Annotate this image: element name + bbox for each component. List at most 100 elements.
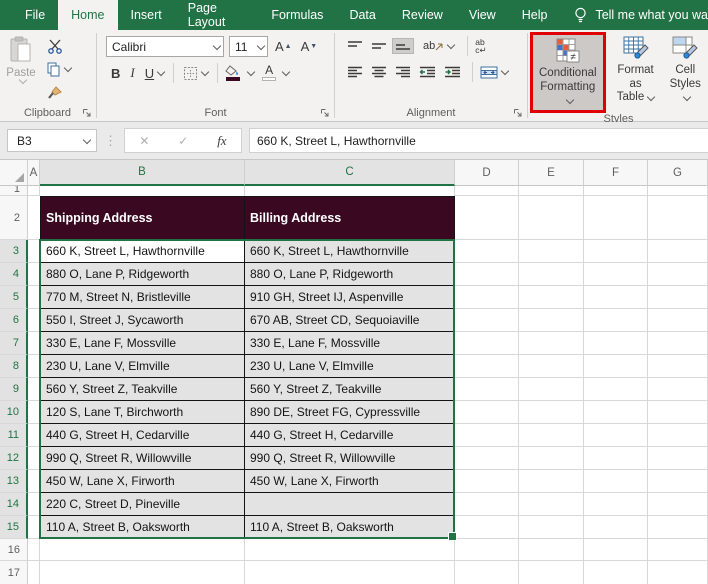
cell-D9[interactable] (455, 378, 519, 401)
cell-A6[interactable] (28, 309, 40, 332)
shrink-font-button[interactable]: A ▼ (299, 39, 320, 54)
cell-B2[interactable]: Shipping Address (40, 196, 245, 240)
formula-input[interactable]: 660 K, Street L, Hawthornville (249, 128, 708, 153)
cell-E13[interactable] (519, 470, 584, 493)
align-right-button[interactable] (392, 64, 414, 80)
cell-E16[interactable] (519, 539, 584, 561)
cell-A7[interactable] (28, 332, 40, 355)
row-header-5[interactable]: 5 (0, 286, 28, 309)
cell-B16[interactable] (40, 539, 245, 561)
merge-center-button[interactable] (477, 64, 511, 81)
cell-F4[interactable] (584, 263, 648, 286)
cell-styles-button[interactable]: Cell Styles (663, 32, 708, 105)
cell-E11[interactable] (519, 424, 584, 447)
cell-F7[interactable] (584, 332, 648, 355)
cell-C13[interactable]: 450 W, Lane X, Firworth (245, 470, 455, 493)
cell-B8[interactable]: 230 U, Lane V, Elmville (40, 355, 245, 378)
cell-G17[interactable] (648, 561, 708, 584)
select-all-corner[interactable] (0, 160, 28, 186)
align-center-button[interactable] (368, 64, 390, 80)
cell-G7[interactable] (648, 332, 708, 355)
row-header-12[interactable]: 12 (0, 447, 28, 470)
cell-A3[interactable] (28, 240, 40, 263)
row-header-6[interactable]: 6 (0, 309, 28, 332)
font-color-button[interactable]: A (260, 64, 278, 81)
row-header-9[interactable]: 9 (0, 378, 28, 401)
cell-C14[interactable] (245, 493, 455, 516)
cell-D11[interactable] (455, 424, 519, 447)
cell-F14[interactable] (584, 493, 648, 516)
cell-G9[interactable] (648, 378, 708, 401)
cell-G8[interactable] (648, 355, 708, 378)
cell-A17[interactable] (28, 561, 40, 584)
cell-D17[interactable] (455, 561, 519, 584)
increase-indent-button[interactable] (441, 64, 464, 80)
format-as-table-button[interactable]: Format as Table (609, 32, 663, 105)
align-middle-button[interactable] (368, 38, 390, 54)
col-header-A[interactable]: A (28, 160, 40, 186)
insert-function-button[interactable]: fx (217, 133, 226, 149)
cell-A8[interactable] (28, 355, 40, 378)
cell-D14[interactable] (455, 493, 519, 516)
cell-C17[interactable] (245, 561, 455, 584)
font-dialog-launcher[interactable] (320, 108, 330, 118)
cell-D15[interactable] (455, 516, 519, 539)
cell-D1[interactable] (455, 186, 519, 196)
cell-E9[interactable] (519, 378, 584, 401)
cell-G16[interactable] (648, 539, 708, 561)
cell-G3[interactable] (648, 240, 708, 263)
cell-B7[interactable]: 330 E, Lane F, Mossville (40, 332, 245, 355)
row-header-1[interactable]: 1 (0, 186, 28, 196)
cell-G15[interactable] (648, 516, 708, 539)
cell-E12[interactable] (519, 447, 584, 470)
cell-E6[interactable] (519, 309, 584, 332)
enter-button[interactable]: ✓ (178, 134, 188, 148)
cell-E3[interactable] (519, 240, 584, 263)
cell-G10[interactable] (648, 401, 708, 424)
tab-formulas[interactable]: Formulas (258, 0, 336, 30)
borders-button[interactable] (178, 65, 213, 82)
cell-B15[interactable]: 110 A, Street B, Oaksworth (40, 516, 245, 539)
cell-E5[interactable] (519, 286, 584, 309)
cell-D16[interactable] (455, 539, 519, 561)
paste-button[interactable]: Paste (0, 30, 42, 104)
cell-E7[interactable] (519, 332, 584, 355)
cell-F3[interactable] (584, 240, 648, 263)
cell-E14[interactable] (519, 493, 584, 516)
col-header-B[interactable]: B (40, 160, 245, 186)
align-top-button[interactable] (344, 38, 366, 54)
tab-help[interactable]: Help (509, 0, 561, 30)
tab-view[interactable]: View (456, 0, 509, 30)
fill-color-button[interactable] (223, 65, 243, 81)
cell-C10[interactable]: 890 DE, Street FG, Cypressville (245, 401, 455, 424)
cell-E4[interactable] (519, 263, 584, 286)
row-header-7[interactable]: 7 (0, 332, 28, 355)
cell-F2[interactable] (584, 196, 648, 240)
cell-B1[interactable] (40, 186, 245, 196)
cell-B14[interactable]: 220 C, Street D, Pineville (40, 493, 245, 516)
tab-insert[interactable]: Insert (118, 0, 175, 30)
row-header-16[interactable]: 16 (0, 539, 28, 561)
cell-C11[interactable]: 440 G, Street H, Cedarville (245, 424, 455, 447)
tab-review[interactable]: Review (389, 0, 456, 30)
cell-D7[interactable] (455, 332, 519, 355)
tab-home[interactable]: Home (58, 0, 118, 30)
cell-C15[interactable]: 110 A, Street B, Oaksworth (245, 516, 455, 539)
cell-B13[interactable]: 450 W, Lane X, Firworth (40, 470, 245, 493)
cell-G11[interactable] (648, 424, 708, 447)
row-header-2[interactable]: 2 (0, 196, 28, 240)
cell-F10[interactable] (584, 401, 648, 424)
row-header-4[interactable]: 4 (0, 263, 28, 286)
cell-B6[interactable]: 550 I, Street J, Sycaworth (40, 309, 245, 332)
col-header-F[interactable]: F (584, 160, 648, 186)
cell-A9[interactable] (28, 378, 40, 401)
alignment-dialog-launcher[interactable] (513, 108, 523, 118)
cell-F5[interactable] (584, 286, 648, 309)
cell-B11[interactable]: 440 G, Street H, Cedarville (40, 424, 245, 447)
cell-D10[interactable] (455, 401, 519, 424)
cell-A1[interactable] (28, 186, 40, 196)
cell-F9[interactable] (584, 378, 648, 401)
col-header-C[interactable]: C (245, 160, 455, 186)
tab-data[interactable]: Data (336, 0, 388, 30)
cell-B12[interactable]: 990 Q, Street R, Willowville (40, 447, 245, 470)
